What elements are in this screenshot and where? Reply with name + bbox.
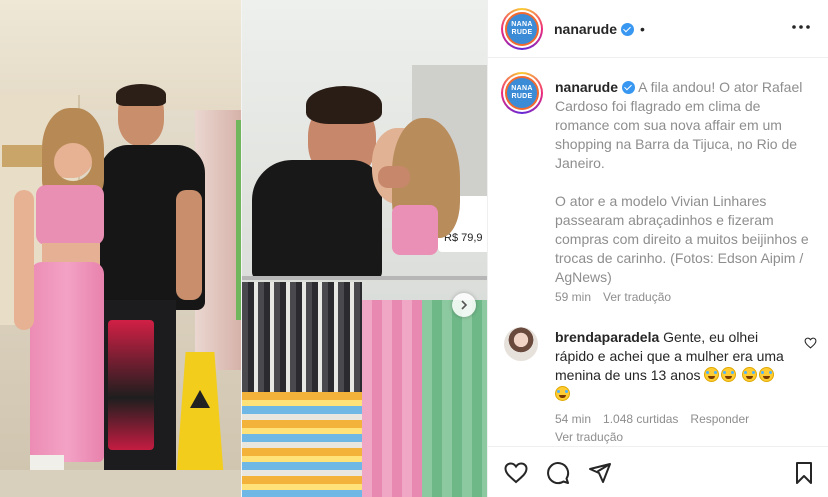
post-photo[interactable]: R$ 79,9 <box>0 0 487 497</box>
nanarude-logo: NANA RUDE <box>505 76 539 110</box>
pink-clothes <box>362 300 422 497</box>
header-username[interactable]: nanarude <box>554 21 617 37</box>
comment-likes[interactable]: 1.048 curtidas <box>603 412 678 426</box>
nanarude-logo: NANA RUDE <box>505 12 539 46</box>
reply-button[interactable]: Responder <box>690 412 749 426</box>
laughing-emoji-icon <box>721 367 737 382</box>
profile-avatar[interactable]: NANA RUDE <box>501 8 543 50</box>
caption-username[interactable]: nanarude <box>555 79 618 95</box>
comment-meta: 54 min 1.048 curtidas Responder <box>555 412 761 426</box>
woman-arm <box>14 190 34 330</box>
share-icon[interactable] <box>588 461 612 485</box>
heart-icon[interactable] <box>504 461 528 485</box>
more-horizontal-icon[interactable] <box>791 20 811 36</box>
header-separator: • <box>640 21 645 37</box>
price-tag-text: R$ 79,9 <box>444 232 483 244</box>
floor <box>0 470 241 497</box>
hanging-shirts <box>242 282 362 392</box>
man-black-shirt-right <box>252 160 382 280</box>
caption-avatar[interactable]: NANA RUDE <box>501 72 543 114</box>
woman-pink-top-right <box>392 205 438 255</box>
laughing-emoji-icon <box>555 386 570 401</box>
man-hair <box>116 84 166 106</box>
comment-username[interactable]: brendaparadela <box>555 329 659 345</box>
comment-text: brendaparadela Gente, eu olhei rápido e … <box>555 328 793 404</box>
commenter-avatar[interactable] <box>504 327 538 361</box>
verified-badge-icon <box>621 23 635 36</box>
shelf-items <box>2 145 42 167</box>
bookmark-icon[interactable] <box>792 461 816 485</box>
laughing-emoji-icon <box>759 367 775 382</box>
man-arm <box>176 190 202 300</box>
laughing-emoji-icon <box>704 367 720 382</box>
folded-clothes <box>242 392 362 497</box>
caption-translate-link[interactable]: Ver tradução <box>603 290 671 304</box>
woman-pink-leggings <box>30 262 104 462</box>
man-hair-right <box>306 86 382 124</box>
next-photo-button[interactable] <box>452 293 476 317</box>
woman-pink-top <box>36 185 104 245</box>
chevron-right-icon <box>461 300 468 310</box>
caption-paragraph-2: O ator e a modelo Vivian Linhares passea… <box>555 193 809 285</box>
comment-like-heart-icon[interactable] <box>804 337 817 349</box>
caption-meta: 59 min Ver tradução <box>555 290 671 304</box>
wet-floor-sign <box>176 352 224 480</box>
photo-left-panel <box>0 0 241 497</box>
verified-badge-icon <box>622 81 636 94</box>
comment-time[interactable]: 54 min <box>555 412 591 426</box>
green-clothes <box>422 300 487 497</box>
photo-right-panel: R$ 79,9 <box>242 0 487 497</box>
post-sidebar: NANA RUDE nanarude • NANA RUDE nanarude A f… <box>487 0 828 497</box>
comment-icon[interactable] <box>546 461 570 485</box>
post-header: NANA RUDE nanarude • <box>488 0 828 58</box>
clothes-rail <box>242 276 487 280</box>
caption-text: nanarude A fila andou! O ator Rafael Car… <box>555 78 813 287</box>
laughing-emoji-icon <box>742 367 758 382</box>
hanging-clothes <box>108 320 154 450</box>
comment-translate-link[interactable]: Ver tradução <box>555 430 623 444</box>
caption-time[interactable]: 59 min <box>555 290 591 304</box>
action-bar <box>488 446 828 497</box>
man-hand <box>378 166 410 188</box>
